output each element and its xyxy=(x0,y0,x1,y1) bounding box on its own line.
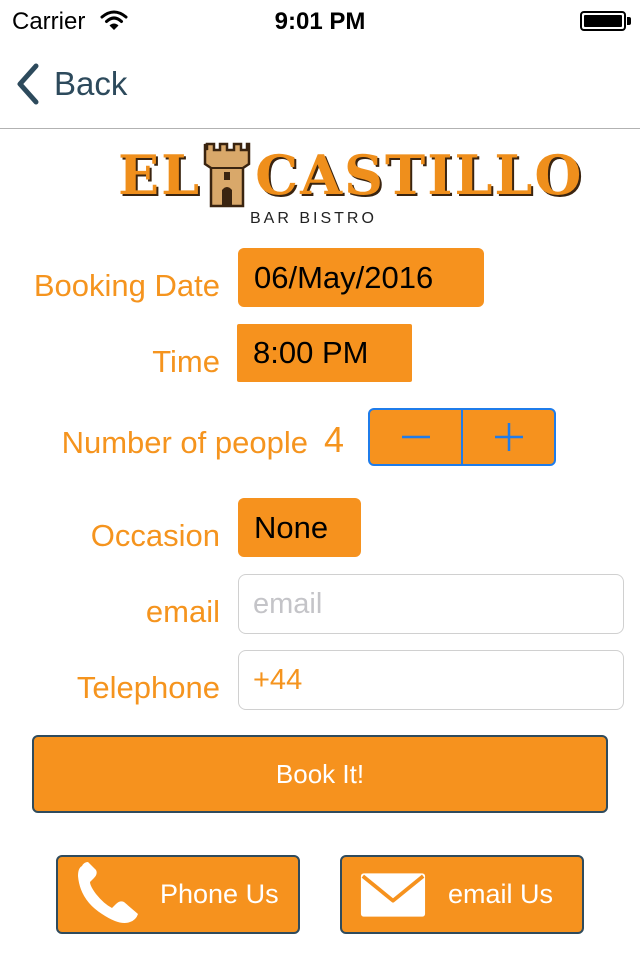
status-bar: Carrier 9:01 PM xyxy=(0,0,640,40)
time-picker[interactable]: 8:00 PM xyxy=(237,324,412,382)
book-button[interactable]: Book It! xyxy=(32,735,608,813)
people-count: 4 xyxy=(324,419,345,460)
status-time: 9:01 PM xyxy=(274,8,366,35)
occasion-label: Occasion xyxy=(90,518,220,553)
logo-tagline: BAR BISTRO xyxy=(250,210,377,227)
occasion-selector[interactable]: None xyxy=(238,498,361,557)
logo-text-left: EL xyxy=(118,143,202,207)
email-field[interactable]: email xyxy=(238,574,624,634)
telephone-field[interactable]: +44 xyxy=(238,650,624,710)
battery-tip xyxy=(627,17,631,25)
chevron-left-icon xyxy=(17,63,39,105)
phone-us-label: Phone Us xyxy=(160,879,279,909)
phone-us-button[interactable]: Phone Us xyxy=(56,855,300,934)
people-stepper[interactable] xyxy=(368,408,556,466)
decrement-button[interactable] xyxy=(370,410,461,464)
time-label: Time xyxy=(152,344,220,379)
telephone-label: Telephone xyxy=(76,670,220,705)
email-us-button[interactable]: email Us xyxy=(340,855,584,934)
email-label: email xyxy=(145,594,220,629)
increment-button[interactable] xyxy=(461,410,554,464)
booking-date-picker[interactable]: 06/May/2016 xyxy=(238,248,484,307)
battery-icon xyxy=(580,11,626,31)
booking-date-label: Booking Date xyxy=(33,268,220,303)
restaurant-logo: EL CASTILLO BAR BISTRO xyxy=(0,136,640,236)
envelope-icon xyxy=(360,872,426,917)
phone-icon xyxy=(78,861,138,923)
email-us-label: email Us xyxy=(448,879,554,909)
back-label: Back xyxy=(54,65,128,102)
back-button[interactable]: Back xyxy=(14,62,127,106)
castle-tower-icon xyxy=(203,142,251,208)
people-label: Number of people xyxy=(61,425,308,460)
logo-text-right: CASTILLO xyxy=(255,143,584,207)
plus-icon xyxy=(494,423,523,451)
minus-icon xyxy=(401,435,430,439)
